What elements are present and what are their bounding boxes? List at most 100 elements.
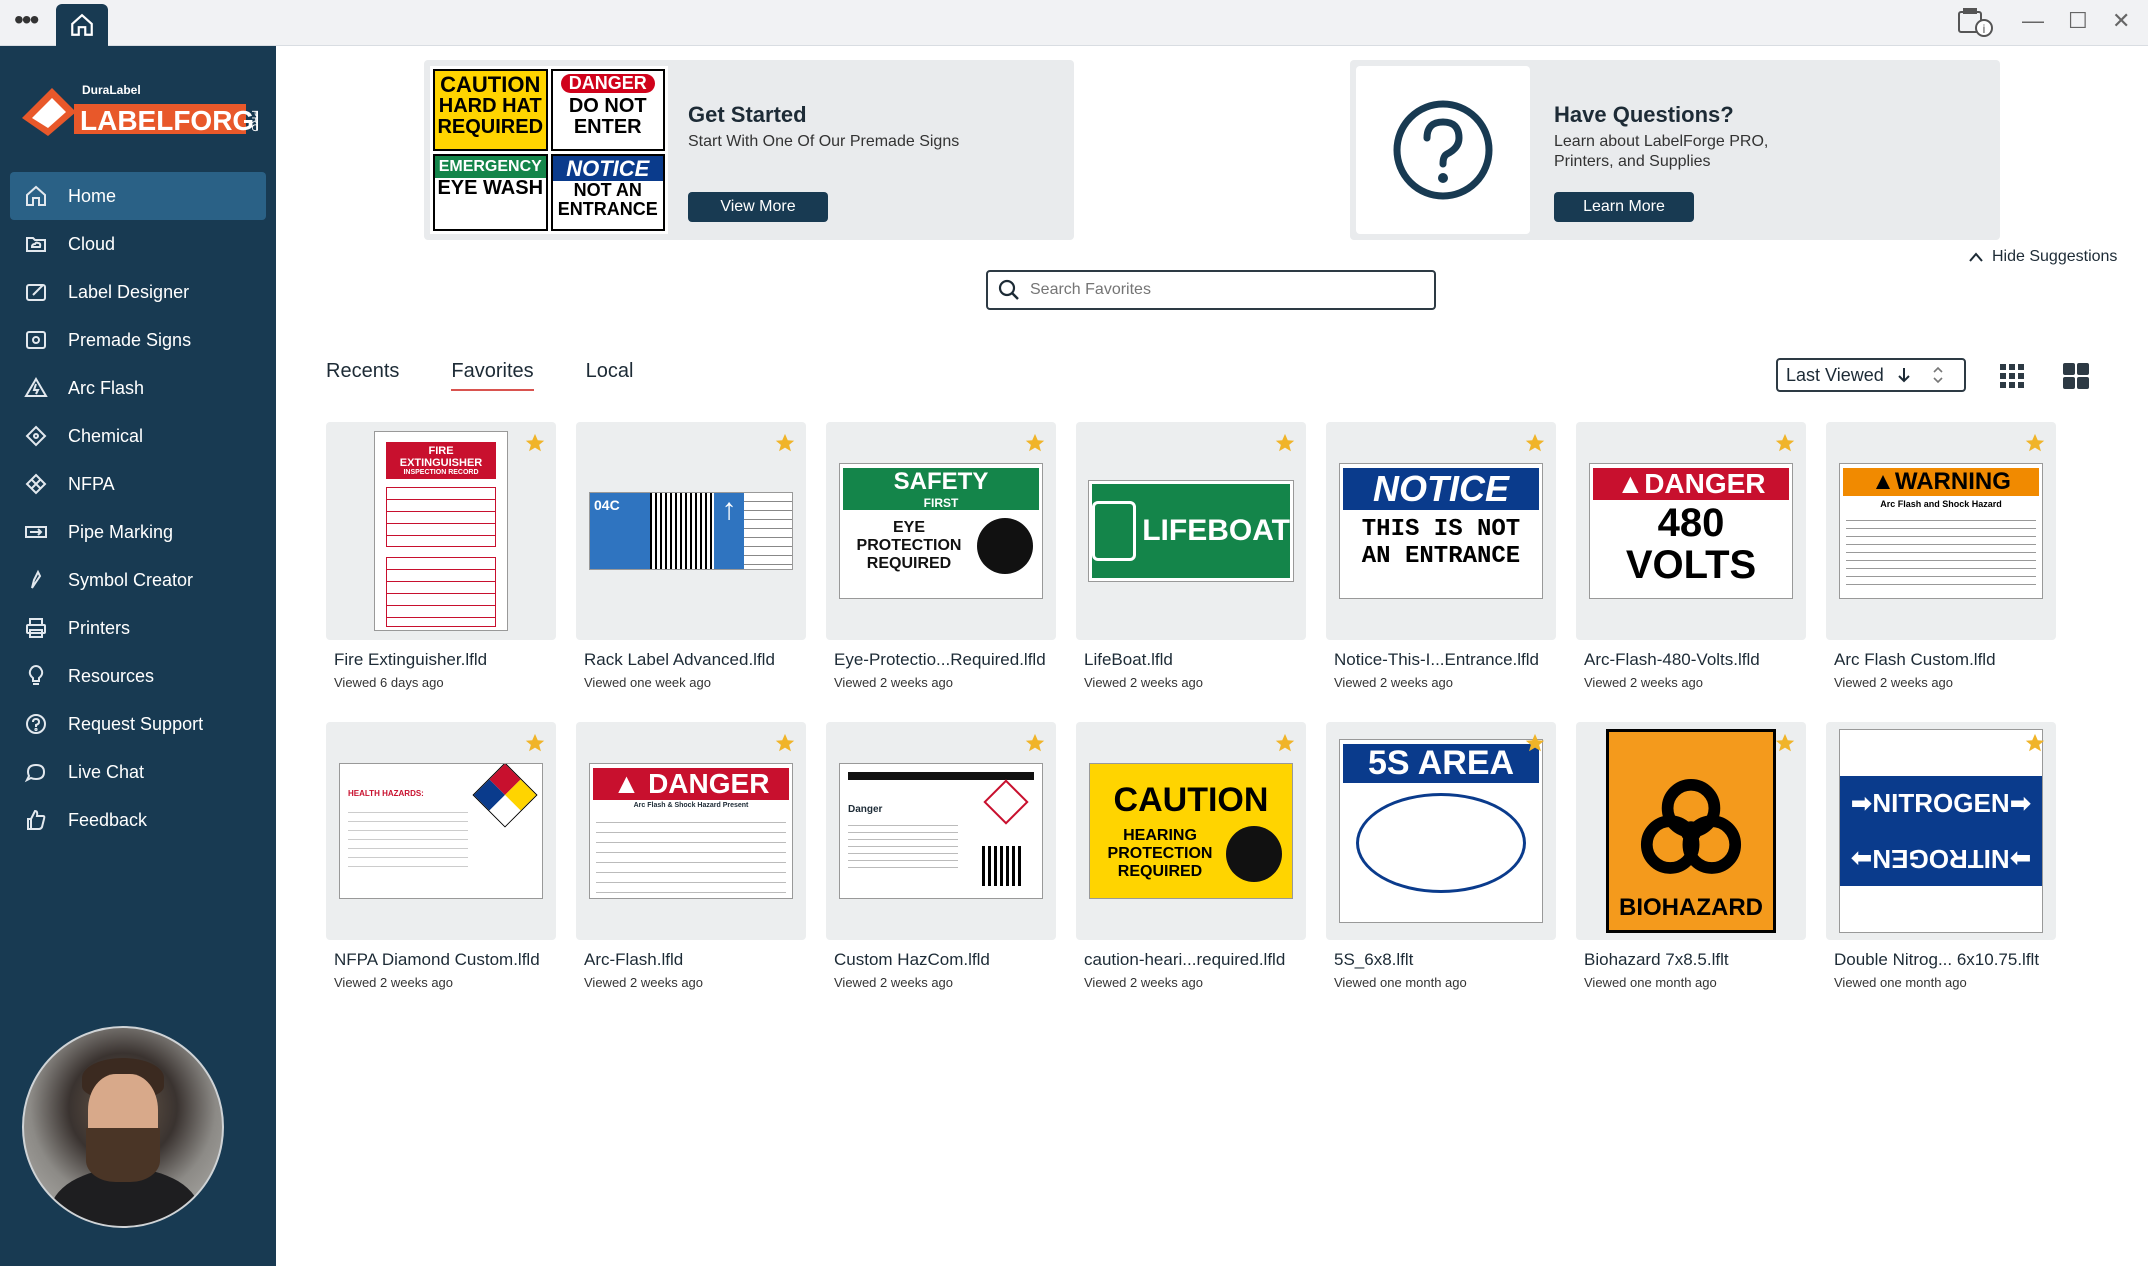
file-last-viewed: Viewed one month ago bbox=[1334, 975, 1467, 990]
sidebar-item-arc-flash[interactable]: Arc Flash bbox=[10, 364, 266, 412]
premade-signs-icon bbox=[22, 328, 50, 352]
favorite-file-card[interactable]: BIOHAZARD Biohazard 7x8.5.lflt Viewed one … bbox=[1576, 722, 1806, 992]
favorite-file-card[interactable]: CAUTION HEARING PROTECTION REQUIRED cautio… bbox=[1076, 722, 1306, 992]
sign-caution: CAUTION HARD HAT REQUIRED bbox=[433, 69, 548, 151]
sidebar-item-label: Feedback bbox=[68, 809, 148, 830]
favorite-file-card[interactable]: ▲WARNING Arc Flash and Shock Hazard Arc Fl… bbox=[1826, 422, 2056, 692]
favorite-star-icon[interactable] bbox=[1774, 432, 1796, 454]
file-name: caution-heari...required.lfld bbox=[1084, 950, 1286, 969]
sidebar-item-premade-signs[interactable]: Premade Signs bbox=[10, 316, 266, 364]
file-last-viewed: Viewed 6 days ago bbox=[334, 675, 444, 690]
sidebar-item-request-support[interactable]: Request Support bbox=[10, 700, 266, 748]
sort-dropdown[interactable]: Last Viewed bbox=[1776, 358, 1966, 392]
file-thumbnail[interactable]: CAUTION HEARING PROTECTION REQUIRED bbox=[1076, 722, 1306, 940]
sidebar-item-label-designer[interactable]: Label Designer bbox=[10, 268, 266, 316]
svg-text:DuraLabel: DuraLabel bbox=[82, 83, 141, 97]
favorite-star-icon[interactable] bbox=[524, 732, 546, 754]
sidebar-item-home[interactable]: Home bbox=[10, 172, 266, 220]
favorite-file-card[interactable]: 5S AREA 5S_6x8.lflt Viewed one month ago bbox=[1326, 722, 1556, 992]
file-thumbnail[interactable]: SAFETY FIRST EYE PROTECTION REQUIRED bbox=[826, 422, 1056, 640]
question-mark-icon bbox=[1393, 100, 1493, 200]
file-thumbnail[interactable]: ▲DANGER 480 VOLTS bbox=[1576, 422, 1806, 640]
file-thumbnail[interactable]: NOTICE THIS IS NOT AN ENTRANCE bbox=[1326, 422, 1556, 640]
sidebar-item-feedback[interactable]: Feedback bbox=[10, 796, 266, 844]
chevron-up-icon bbox=[1969, 252, 1983, 262]
file-thumbnail[interactable]: HEALTH HAZARDS: bbox=[326, 722, 556, 940]
favorite-file-card[interactable]: SAFETY FIRST EYE PROTECTION REQUIRED Eye-Pr… bbox=[826, 422, 1056, 692]
favorite-star-icon[interactable] bbox=[2024, 432, 2046, 454]
favorite-star-icon[interactable] bbox=[1274, 432, 1296, 454]
favorite-star-icon[interactable] bbox=[1774, 732, 1796, 754]
favorite-star-icon[interactable] bbox=[1024, 432, 1046, 454]
sidebar-item-chemical[interactable]: Chemical bbox=[10, 412, 266, 460]
file-thumbnail[interactable]: Danger bbox=[826, 722, 1056, 940]
file-thumbnail[interactable]: ▲ DANGER Arc Flash & Shock Hazard Present bbox=[576, 722, 806, 940]
favorite-star-icon[interactable] bbox=[774, 432, 796, 454]
file-thumbnail[interactable]: FIRE EXTINGUISHER INSPECTION RECORD bbox=[326, 422, 556, 640]
file-name: Arc Flash Custom.lfld bbox=[1834, 650, 1996, 669]
biohazard-icon bbox=[1640, 778, 1742, 874]
labelforge-logo: DuraLabel LABELFORGE PRO bbox=[22, 83, 258, 136]
label-info-icon[interactable]: i bbox=[1956, 6, 1994, 38]
premade-signs-preview[interactable]: CAUTION HARD HAT REQUIRED DANGER DO NOT … bbox=[430, 66, 668, 234]
more-menu-button[interactable]: ••• bbox=[14, 6, 39, 34]
favorite-file-card[interactable]: Danger Custom HazCom.lfld Viewed 2 weeks a… bbox=[826, 722, 1056, 992]
sidebar-item-printers[interactable]: Printers bbox=[10, 604, 266, 652]
tab-favorites[interactable]: Favorites bbox=[451, 360, 534, 391]
view-more-button[interactable]: View More bbox=[688, 192, 828, 222]
favorite-star-icon[interactable] bbox=[2024, 732, 2046, 754]
search-input[interactable] bbox=[1030, 281, 1410, 299]
close-button[interactable]: ✕ bbox=[2112, 8, 2130, 34]
learn-more-button[interactable]: Learn More bbox=[1554, 192, 1694, 222]
sidebar-item-cloud[interactable]: Cloud bbox=[10, 220, 266, 268]
file-thumbnail[interactable]: 04C ↑ bbox=[576, 422, 806, 640]
hide-suggestions-toggle[interactable]: Hide Suggestions bbox=[1968, 248, 2117, 266]
favorite-file-card[interactable]: FIRE EXTINGUISHER INSPECTION RECORD Fire E… bbox=[326, 422, 556, 692]
favorite-star-icon[interactable] bbox=[1024, 732, 1046, 754]
sidebar: DuraLabel LABELFORGE PRO Home Cloud Label … bbox=[0, 46, 276, 1266]
sidebar-item-label: Chemical bbox=[68, 425, 144, 446]
small-grid-view-icon[interactable] bbox=[1996, 360, 2028, 392]
support-icon bbox=[22, 712, 50, 736]
maximize-button[interactable]: ☐ bbox=[2068, 8, 2088, 34]
sidebar-item-symbol-creator[interactable]: Symbol Creator bbox=[10, 556, 266, 604]
tab-local[interactable]: Local bbox=[586, 360, 634, 391]
tab-recents[interactable]: Recents bbox=[326, 360, 399, 391]
have-questions-text-2: Printers, and Supplies bbox=[1554, 153, 1711, 170]
label-designer-icon bbox=[22, 280, 50, 304]
sidebar-item-pipe-marking[interactable]: Pipe Marking bbox=[10, 508, 266, 556]
favorites-grid: FIRE EXTINGUISHER INSPECTION RECORD Fire E… bbox=[326, 422, 2056, 992]
file-thumbnail[interactable]: LIFEBOAT bbox=[1076, 422, 1306, 640]
favorite-star-icon[interactable] bbox=[1524, 432, 1546, 454]
favorite-star-icon[interactable] bbox=[774, 732, 796, 754]
file-thumbnail[interactable]: 5S AREA bbox=[1326, 722, 1556, 940]
favorite-file-card[interactable]: 04C ↑ Rack Label Advanced.lfld Viewed one w… bbox=[576, 422, 806, 692]
pipe-marking-icon bbox=[22, 520, 50, 544]
large-grid-view-icon[interactable] bbox=[2060, 360, 2092, 392]
minimize-button[interactable]: — bbox=[2022, 8, 2044, 34]
favorite-file-card[interactable]: LIFEBOAT LifeBoat.lfld Viewed 2 weeks ago bbox=[1076, 422, 1306, 692]
file-thumbnail[interactable]: ▲WARNING Arc Flash and Shock Hazard bbox=[1826, 422, 2056, 640]
favorite-file-card[interactable]: ▲ DANGER Arc Flash & Shock Hazard Present… bbox=[576, 722, 806, 992]
sidebar-item-resources[interactable]: Resources bbox=[10, 652, 266, 700]
file-name: Biohazard 7x8.5.lflt bbox=[1584, 950, 1729, 969]
file-tabs: Recents Favorites Local bbox=[326, 360, 633, 391]
favorite-file-card[interactable]: ▲DANGER 480 VOLTS Arc-Flash-480-Volts.lfld… bbox=[1576, 422, 1806, 692]
sign-notice: NOTICE NOT AN ENTRANCE bbox=[550, 153, 665, 231]
home-icon bbox=[71, 13, 93, 36]
sidebar-item-nfpa[interactable]: NFPA bbox=[10, 460, 266, 508]
favorite-star-icon[interactable] bbox=[1524, 732, 1546, 754]
arrow-down-icon[interactable] bbox=[1896, 366, 1912, 384]
file-thumbnail[interactable]: ➡NITROGEN➡ ➡NITROGEN➡ bbox=[1826, 722, 2056, 940]
favorite-star-icon[interactable] bbox=[1274, 732, 1296, 754]
file-name: Fire Extinguisher.lfld bbox=[334, 650, 488, 669]
favorite-file-card[interactable]: NOTICE THIS IS NOT AN ENTRANCE Notice-This… bbox=[1326, 422, 1556, 692]
sidebar-item-live-chat[interactable]: Live Chat bbox=[10, 748, 266, 796]
home-tab[interactable] bbox=[56, 4, 108, 46]
favorite-file-card[interactable]: HEALTH HAZARDS: NFPA Diamond Custom.lfld V… bbox=[326, 722, 556, 992]
favorite-star-icon[interactable] bbox=[524, 432, 546, 454]
sidebar-item-label: Symbol Creator bbox=[68, 569, 194, 590]
file-thumbnail[interactable]: BIOHAZARD bbox=[1576, 722, 1806, 940]
file-name: Custom HazCom.lfld bbox=[834, 950, 990, 969]
favorite-file-card[interactable]: ➡NITROGEN➡ ➡NITROGEN➡ Double Nitrog... 6x1… bbox=[1826, 722, 2056, 992]
